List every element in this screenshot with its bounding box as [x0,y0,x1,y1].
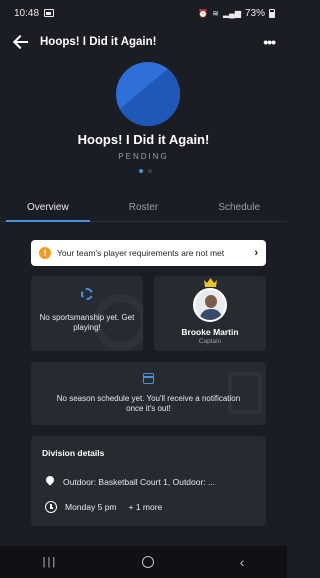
nav-back-icon[interactable]: ‹ [240,554,245,570]
team-status-label: PENDING [118,152,169,161]
back-arrow-icon[interactable] [12,33,30,51]
avatar [193,288,227,322]
division-time: Monday 5 pm [65,502,117,512]
division-details-card: Division details Outdoor: Basketball Cou… [31,436,266,526]
signal-icon: ▂▄▆ [223,8,241,18]
crown-icon [204,278,217,287]
chevron-right-icon: › [254,247,258,259]
division-title: Division details [42,448,105,458]
clock-icon [45,501,57,513]
tab-bar: Overview Roster Schedule [0,196,287,222]
battery-percent: 73% [244,7,265,19]
alert-text: Your team's player requirements are not … [57,248,225,258]
division-more-times[interactable]: + 1 more [129,502,163,512]
battery-icon [269,8,275,18]
requirements-alert[interactable]: ! Your team's player requirements are no… [31,240,266,266]
division-location-row[interactable]: Outdoor: Basketball Court 1, Outdoor: ..… [45,476,215,488]
tab-overview[interactable]: Overview [0,196,96,222]
pager-dot-active[interactable] [139,169,143,173]
location-pin-icon [45,476,55,488]
app-bar: Hoops! I Did it Again! ••• [0,28,287,56]
tab-roster[interactable]: Roster [96,196,192,221]
sportsmanship-icon [81,288,93,300]
home-icon[interactable] [142,556,155,568]
division-location: Outdoor: Basketball Court 1, Outdoor: ..… [63,477,216,487]
captain-card[interactable]: Brooke Martin Captain [154,276,266,351]
schedule-empty-text: No season schedule yet. You'll receive a… [56,394,241,413]
status-time: 10:48 [14,7,40,19]
pager-dot[interactable] [148,169,152,173]
tab-schedule[interactable]: Schedule [191,196,287,221]
alarm-icon: ⏰ [198,8,209,18]
team-logo [116,62,180,126]
warning-icon: ! [39,247,51,259]
team-name: Hoops! I Did it Again! [77,132,210,147]
status-bar: 10:48 ⏰ ≋ ▂▄▆ 73% [0,0,287,26]
recent-apps-icon[interactable]: ||| [43,556,58,568]
wifi-icon: ≋ [212,8,219,18]
schedule-card: No season schedule yet. You'll receive a… [31,362,266,425]
system-navigation-bar: ||| ‹ [0,546,287,578]
captain-role: Captain [198,338,222,345]
pager-dots [139,169,152,173]
more-options-icon[interactable]: ••• [263,34,276,50]
calendar-icon [143,373,154,384]
sportsmanship-card[interactable]: No sportsmanship yet. Get playing! [31,276,143,351]
sportsmanship-text: No sportsmanship yet. Get playing! [39,313,135,332]
captain-name: Brooke Martin [181,327,239,337]
division-time-row[interactable]: Monday 5 pm + 1 more [45,501,162,513]
page-title: Hoops! I Did it Again! [40,36,157,48]
image-notification-icon [44,9,55,17]
